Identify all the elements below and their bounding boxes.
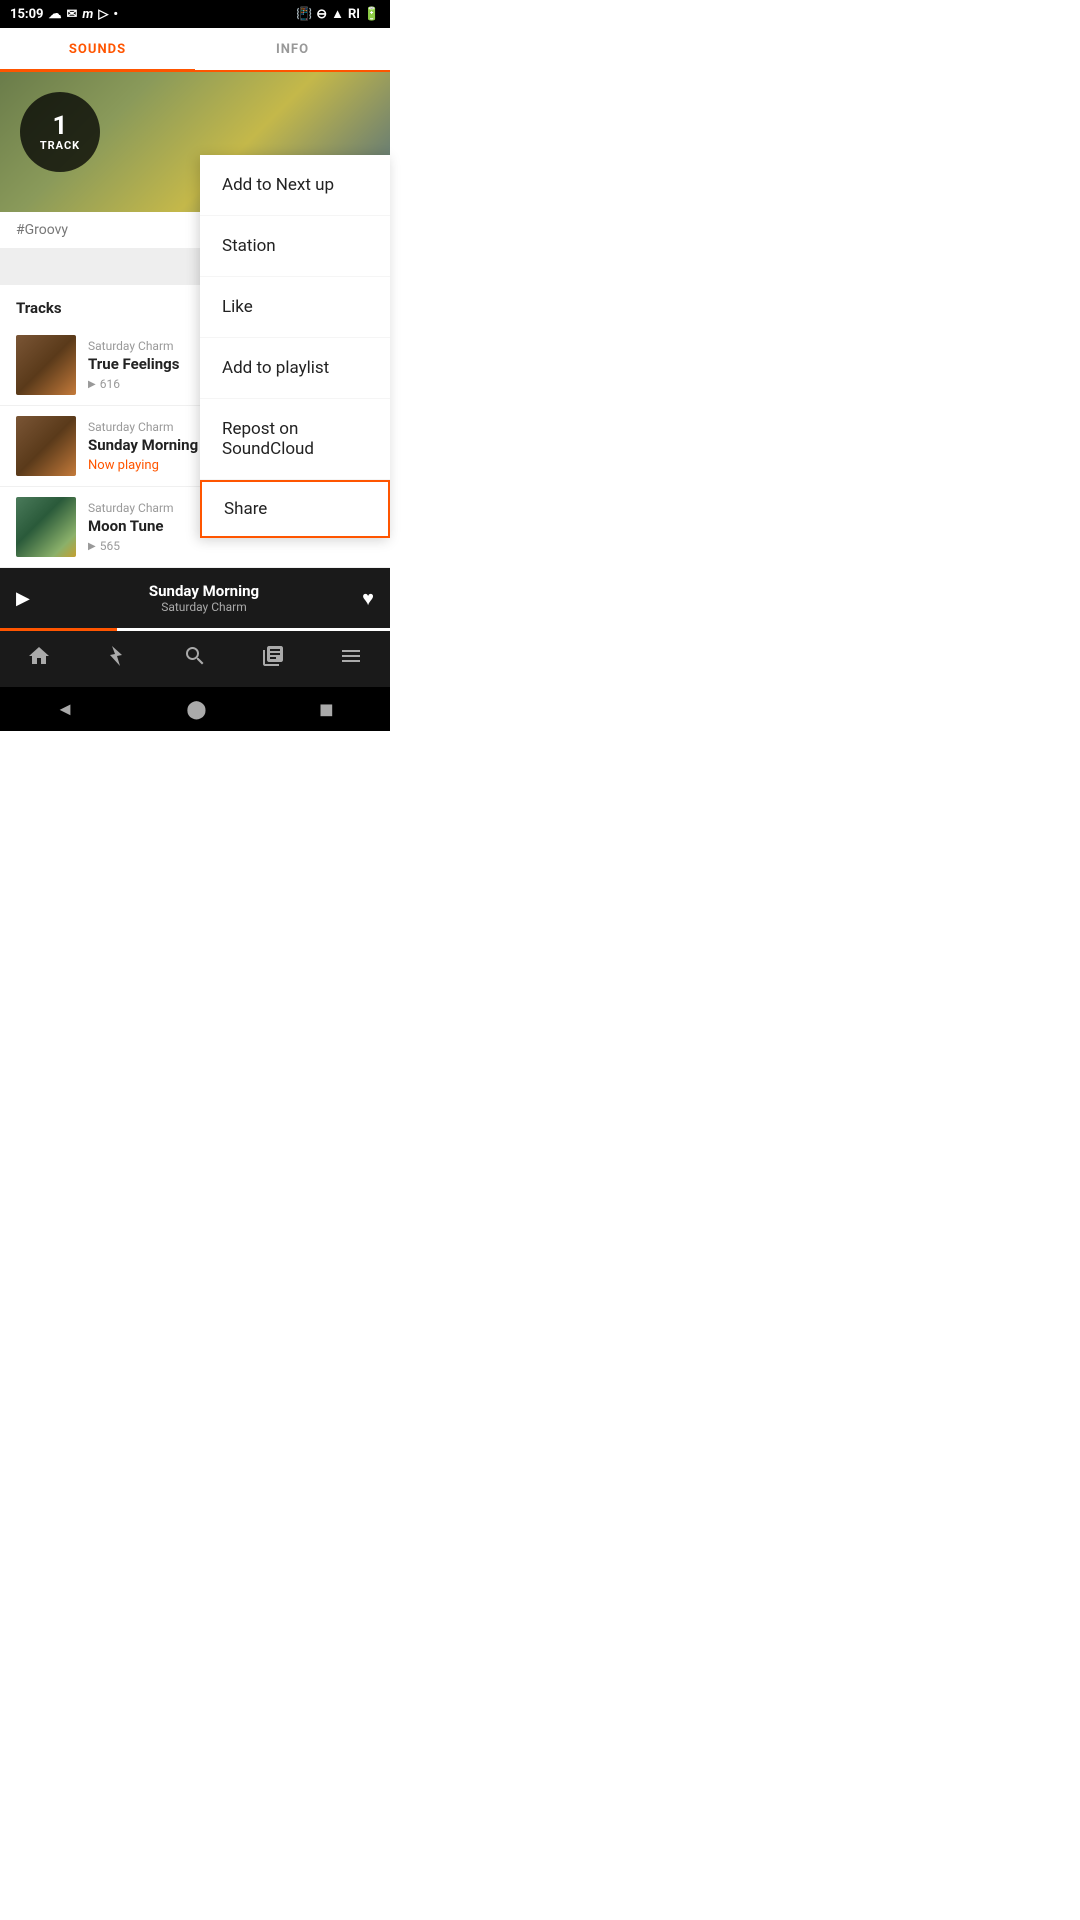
wifi-icon: ▲ <box>331 6 344 22</box>
track-badge: 1 TRACK <box>20 92 100 172</box>
tab-sounds[interactable]: SOUNDS <box>0 28 195 72</box>
now-playing-info: Sunday Morning Saturday Charm <box>46 582 362 614</box>
bottom-navigation <box>0 631 390 687</box>
play-pause-button[interactable]: ▶ <box>16 588 30 609</box>
context-share[interactable]: Share <box>200 480 390 538</box>
status-bar-right: 📳 ⊖ ▲ Rl 🔋 <box>296 6 380 22</box>
track-label: TRACK <box>40 139 80 152</box>
context-add-to-next-up[interactable]: Add to Next up <box>200 155 390 216</box>
context-station[interactable]: Station <box>200 216 390 277</box>
tab-info[interactable]: INFO <box>195 28 390 70</box>
dot-icon: • <box>113 7 118 22</box>
status-time: 15:09 <box>10 7 44 22</box>
activity-icon <box>105 644 129 668</box>
library-icon <box>261 644 285 668</box>
track-plays: ▶ 565 <box>88 539 374 553</box>
track-count: 1 <box>53 113 68 139</box>
now-playing-title: Sunday Morning <box>46 582 362 600</box>
track-thumbnail <box>16 497 76 557</box>
nav-activity[interactable] <box>105 644 129 674</box>
context-like[interactable]: Like <box>200 277 390 338</box>
track-thumbnail <box>16 416 76 476</box>
now-playing-bar: ▶ Sunday Morning Saturday Charm ♥ <box>0 568 390 628</box>
back-button[interactable]: ◄ <box>56 699 74 720</box>
context-add-to-playlist[interactable]: Add to playlist <box>200 338 390 399</box>
track-thumbnail <box>16 335 76 395</box>
vibrate-icon: 📳 <box>296 7 312 22</box>
system-navigation: ◄ ⬤ ◼ <box>0 687 390 731</box>
home-button[interactable]: ⬤ <box>186 699 206 720</box>
play-count: 616 <box>100 377 120 391</box>
nav-library[interactable] <box>261 644 285 674</box>
home-icon <box>27 644 51 668</box>
search-icon <box>183 644 207 668</box>
m-icon: m <box>82 7 93 22</box>
context-menu: Add to Next up Station Like Add to playl… <box>200 155 390 538</box>
soundcloud-icon: ☁ <box>49 7 62 22</box>
menu-icon <box>339 644 363 668</box>
hashtag-text: #Groovy <box>16 222 68 238</box>
tabs-bar: SOUNDS INFO <box>0 28 390 72</box>
status-bar-left: 15:09 ☁ ✉ m ▷ • <box>10 7 118 22</box>
like-button[interactable]: ♥ <box>362 586 374 611</box>
now-playing-artist: Saturday Charm <box>46 600 362 614</box>
recents-button[interactable]: ◼ <box>319 699 334 720</box>
signal-icon: ⊖ <box>316 7 327 22</box>
network-icon: Rl <box>348 7 360 22</box>
nav-menu[interactable] <box>339 644 363 674</box>
play-count: 565 <box>100 539 120 553</box>
cast-icon: ▷ <box>98 7 108 22</box>
gmail-icon: ✉ <box>67 7 78 22</box>
play-triangle-icon: ▶ <box>88 379 96 390</box>
nav-search[interactable] <box>183 644 207 674</box>
status-bar: 15:09 ☁ ✉ m ▷ • 📳 ⊖ ▲ Rl 🔋 <box>0 0 390 28</box>
context-repost[interactable]: Repost on SoundCloud <box>200 399 390 480</box>
tracks-header-label: Tracks <box>16 299 62 317</box>
play-triangle-icon: ▶ <box>88 541 96 552</box>
battery-icon: 🔋 <box>364 7 380 22</box>
nav-home[interactable] <box>27 644 51 674</box>
